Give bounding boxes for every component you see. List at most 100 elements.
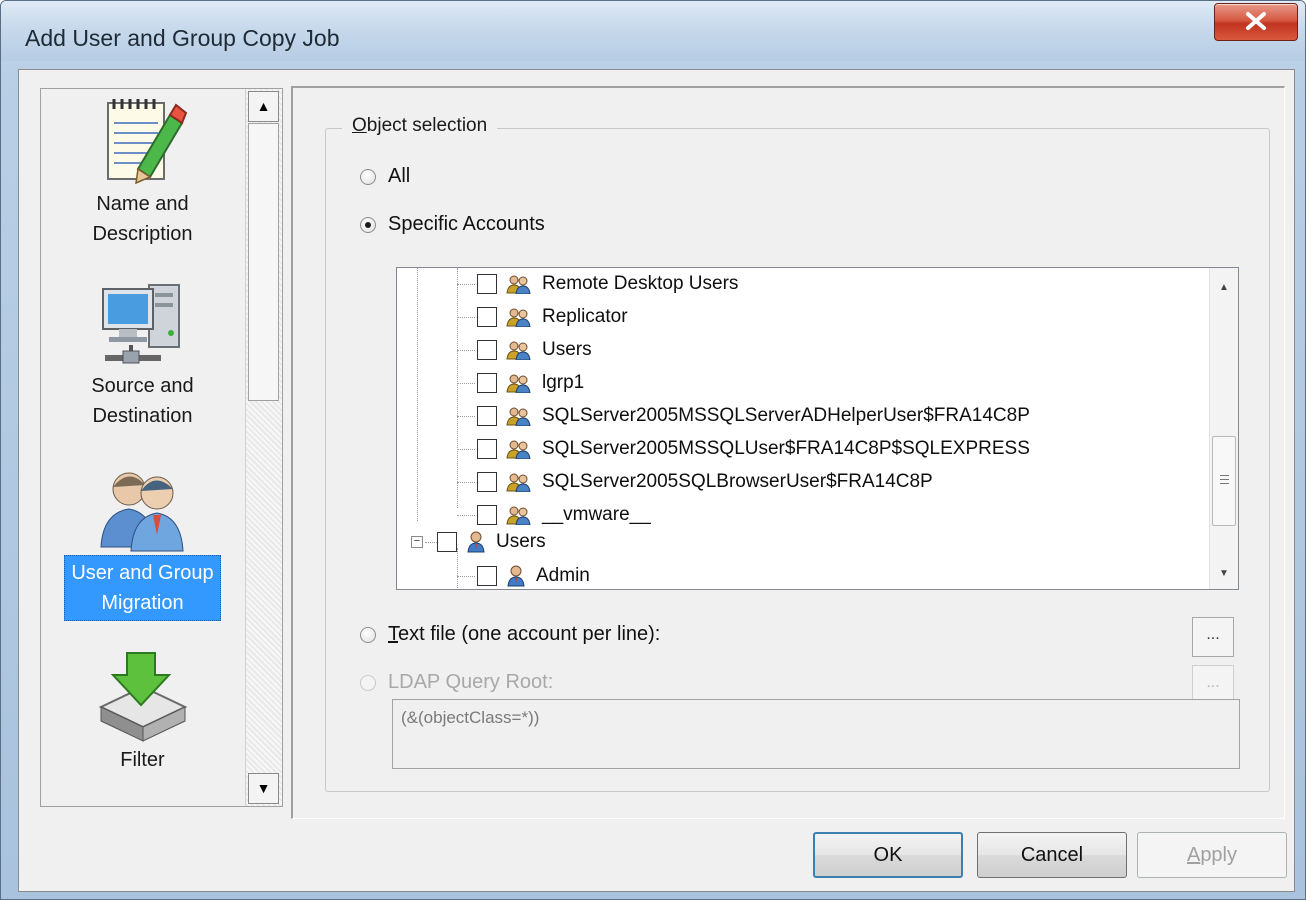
- nav-label-line1: Name and: [96, 193, 189, 215]
- ok-button[interactable]: OK: [813, 832, 963, 878]
- object-selection-title-rest: bject selection: [366, 115, 488, 136]
- tree-checkbox[interactable]: [477, 274, 497, 294]
- filter-download-icon: [98, 652, 187, 742]
- nav-label-line1: Filter: [120, 749, 165, 771]
- nav-label-filter: Filter: [114, 743, 170, 777]
- radio-text-file-circle[interactable]: [360, 626, 376, 643]
- nav-item-user-group-migration[interactable]: User and Group Migration: [41, 463, 244, 621]
- radio-text-file[interactable]: Text file (one account per line):: [360, 623, 660, 646]
- tree-node-users[interactable]: Users: [437, 526, 546, 558]
- cancel-button[interactable]: Cancel: [977, 832, 1127, 878]
- tree-item-admin[interactable]: Admin: [477, 560, 590, 589]
- radio-specific-accounts-circle[interactable]: [360, 216, 376, 233]
- close-button[interactable]: [1214, 3, 1298, 41]
- nav-label-line2: Destination: [92, 405, 193, 427]
- radio-specific-accounts-label: Specific Accounts: [388, 213, 545, 235]
- tree-node-label: __vmware__: [542, 504, 651, 525]
- group-icon: [506, 308, 531, 327]
- grip-icon: [1220, 483, 1229, 484]
- object-selection-title-accesskey: O: [352, 115, 367, 136]
- tree-checkbox[interactable]: [437, 532, 457, 552]
- tree-item-group[interactable]: SQLServer2005MSSQLUser$FRA14C8P$SQLEXPRE…: [477, 433, 1030, 465]
- tree-item-group[interactable]: lgrp1: [477, 367, 584, 399]
- tree-item-group[interactable]: Remote Desktop Users: [477, 268, 738, 300]
- tree-node-label: lgrp1: [542, 372, 585, 393]
- accounts-tree-view[interactable]: Remote Desktop Users Replicator Users lgrp1…: [396, 267, 1239, 590]
- tree-line: [457, 449, 475, 451]
- tree-checkbox[interactable]: [477, 566, 497, 586]
- tree-collapse-toggle[interactable]: −: [411, 536, 423, 548]
- ldap-query-field: (&(objectClass=*)): [392, 699, 1240, 769]
- tree-node-label: Users: [542, 339, 592, 360]
- accesskey: T: [388, 623, 398, 645]
- user-icon: [507, 565, 525, 587]
- radio-all[interactable]: All: [360, 165, 410, 188]
- tree-scroll-up-icon[interactable]: ▲: [1219, 282, 1229, 293]
- tree-node-label: Admin: [536, 565, 590, 586]
- nav-label-line2: Migration: [101, 592, 184, 614]
- radio-specific-accounts[interactable]: Specific Accounts: [360, 213, 545, 236]
- nav-item-filter[interactable]: Filter: [41, 647, 244, 777]
- tree-checkbox[interactable]: [477, 406, 497, 426]
- tree-line: [457, 515, 475, 517]
- radio-ldap-query-label: LDAP Query Root:: [388, 671, 554, 693]
- title-bar[interactable]: Add User and Group Copy Job: [1, 1, 1305, 61]
- tree-checkbox[interactable]: [477, 439, 497, 459]
- nav-label-source-destination: Source and Destination: [85, 369, 199, 433]
- tree-checkbox[interactable]: [477, 505, 497, 525]
- group-icon: [506, 506, 531, 525]
- radio-all-label: All: [388, 165, 411, 187]
- close-icon: [1246, 12, 1266, 30]
- tree-item-group[interactable]: Users: [477, 334, 592, 366]
- radio-ldap-query-circle: [360, 674, 376, 691]
- tree-checkbox[interactable]: [477, 340, 497, 360]
- nav-label-line2: Description: [92, 223, 193, 245]
- tree-line: [457, 383, 475, 385]
- wizard-step-list: Name and Description Source and Destinat…: [40, 88, 283, 807]
- radio-text-file-label-rest: ext file (one account per line):: [398, 623, 661, 645]
- tree-line: [457, 268, 459, 508]
- tree-checkbox[interactable]: [477, 373, 497, 393]
- radio-all-circle[interactable]: [360, 168, 376, 185]
- nav-item-source-destination[interactable]: Source and Destination: [41, 279, 244, 433]
- group-icon: [506, 473, 531, 492]
- nav-item-name-description[interactable]: Name and Description: [41, 95, 244, 251]
- nav-scrollbar[interactable]: ▲ ▼: [245, 89, 282, 806]
- tree-line: [457, 576, 475, 578]
- dialog-window: Add User and Group Copy Job Name and Des…: [0, 0, 1306, 900]
- tree-line: [457, 350, 475, 352]
- tree-node-label: Remote Desktop Users: [542, 273, 739, 294]
- tree-checkbox[interactable]: [477, 472, 497, 492]
- grip-icon: [1220, 475, 1229, 476]
- group-icon: [506, 407, 531, 426]
- tree-line: [457, 284, 475, 286]
- group-icon: [506, 341, 531, 360]
- nav-scroll-down-button[interactable]: ▼: [248, 773, 279, 804]
- grip-icon: [1220, 479, 1229, 480]
- tree-item-group[interactable]: SQLServer2005MSSQLServerADHelperUser$FRA…: [477, 400, 1030, 432]
- text-file-browse-button[interactable]: ...: [1192, 617, 1234, 657]
- tree-item-group[interactable]: SQLServer2005SQLBrowserUser$FRA14C8P: [477, 466, 933, 498]
- group-icon: [506, 374, 531, 393]
- group-icon: [506, 440, 531, 459]
- nav-label-name-description: Name and Description: [86, 187, 198, 251]
- user-icon: [467, 531, 485, 553]
- tree-scroll-down-icon[interactable]: ▼: [1219, 568, 1229, 579]
- notepad-pencil-icon: [106, 99, 187, 185]
- settings-panel: Object selection All Specific Accounts R…: [291, 86, 1285, 819]
- group-icon: [506, 275, 531, 294]
- apply-label-rest: pply: [1200, 844, 1238, 866]
- tree-node-label: SQLServer2005MSSQLUser$FRA14C8P$SQLEXPRE…: [542, 438, 1030, 459]
- dialog-client-area: Name and Description Source and Destinat…: [18, 69, 1295, 892]
- nav-scroll-up-button[interactable]: ▲: [248, 91, 279, 122]
- tree-scrollbar[interactable]: ▲ ▼: [1209, 268, 1238, 589]
- radio-ldap-query: LDAP Query Root:: [360, 671, 553, 694]
- tree-node-label: Replicator: [542, 306, 628, 327]
- nav-scroll-thumb[interactable]: [248, 123, 279, 401]
- tree-scroll-thumb[interactable]: [1212, 436, 1236, 526]
- nav-label-user-group-migration: User and Group Migration: [64, 555, 221, 621]
- tree-line: [457, 317, 475, 319]
- tree-item-group[interactable]: Replicator: [477, 301, 628, 333]
- tree-line: [457, 416, 475, 418]
- tree-checkbox[interactable]: [477, 307, 497, 327]
